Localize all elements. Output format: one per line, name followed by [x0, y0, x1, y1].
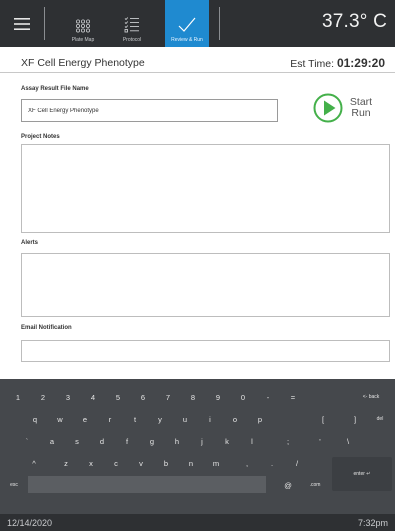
key[interactable]: r [100, 410, 120, 428]
est-time-label: Est Time: [290, 58, 335, 70]
key[interactable]: ; [278, 432, 298, 450]
key[interactable]: 1 [8, 388, 28, 406]
key[interactable]: 2 [33, 388, 53, 406]
email-notification-input[interactable] [21, 340, 390, 362]
key[interactable]: j [192, 432, 212, 450]
key[interactable]: 8 [183, 388, 203, 406]
key[interactable]: ` [18, 432, 36, 450]
key[interactable]: u [175, 410, 195, 428]
project-notes-label: Project Notes [21, 134, 60, 140]
alerts-textarea[interactable] [21, 253, 390, 317]
key[interactable]: v [131, 454, 151, 472]
tab-label: Plate Map [71, 37, 95, 43]
escape-key[interactable]: esc [4, 476, 24, 494]
key[interactable]: 9 [208, 388, 228, 406]
key[interactable]: o [225, 410, 245, 428]
est-time-value: 01:29:20 [336, 56, 385, 70]
hamburger-menu-icon [13, 17, 30, 30]
assay-title: XF Cell Energy Phenotype [21, 57, 145, 69]
key[interactable]: n [181, 454, 201, 472]
key[interactable]: i [200, 410, 220, 428]
at-key[interactable]: @ [278, 476, 298, 494]
key[interactable]: . [262, 454, 282, 472]
key[interactable]: w [50, 410, 70, 428]
play-icon [313, 93, 343, 123]
file-name-label: Assay Result File Name [21, 86, 89, 92]
tab-plate-map[interactable]: Plate Map [63, 0, 103, 47]
key[interactable]: x [81, 454, 101, 472]
delete-key[interactable]: del [368, 410, 392, 428]
space-bar[interactable] [28, 476, 266, 493]
key[interactable]: b [156, 454, 176, 472]
key[interactable]: 7 [158, 388, 178, 406]
key[interactable]: h [167, 432, 187, 450]
tab-label: Review & Run [171, 37, 203, 43]
dotcom-key[interactable]: .com [303, 476, 327, 494]
key[interactable]: 0 [233, 388, 253, 406]
key[interactable]: g [142, 432, 162, 450]
tab-label: Protocol [122, 37, 142, 43]
key[interactable]: 5 [108, 388, 128, 406]
tab-protocol[interactable]: Protocol [111, 0, 153, 47]
start-run-label: Start Run [349, 96, 373, 119]
temperature-readout: 37.3° C [322, 11, 387, 32]
topbar-separator [219, 7, 220, 40]
key[interactable]: , [237, 454, 257, 472]
plate-map-icon [75, 19, 90, 33]
menu-button[interactable] [0, 0, 43, 47]
status-time: 7:32pm [357, 518, 388, 528]
topbar-separator [44, 7, 45, 40]
key[interactable]: p [250, 410, 270, 428]
key[interactable]: / [287, 454, 307, 472]
backspace-key[interactable]: <- back [351, 388, 391, 406]
key[interactable]: 4 [83, 388, 103, 406]
key[interactable]: \ [338, 432, 358, 450]
key[interactable]: 6 [133, 388, 153, 406]
status-date: 12/14/2020 [7, 518, 53, 528]
key[interactable]: m [206, 454, 226, 472]
key[interactable]: = [283, 388, 303, 406]
key[interactable]: t [125, 410, 145, 428]
key[interactable]: d [92, 432, 112, 450]
shift-key[interactable]: ^ [24, 454, 44, 472]
estimated-time: Est Time: 01:29:20 [290, 56, 385, 70]
key[interactable]: k [217, 432, 237, 450]
on-screen-keyboard: 1 2 3 4 5 6 7 8 9 0 - = <- back q w e r … [0, 379, 395, 514]
key[interactable]: e [75, 410, 95, 428]
key[interactable]: s [67, 432, 87, 450]
top-bar: Plate Map Protocol Review & Run 37.3° C [0, 0, 395, 47]
status-bar: 12/14/2020 7:32pm [0, 514, 395, 531]
tab-review-run[interactable]: Review & Run [165, 0, 209, 47]
email-notification-label: Email Notification [21, 325, 72, 331]
key[interactable]: - [258, 388, 278, 406]
key[interactable]: c [106, 454, 126, 472]
key[interactable]: ] [345, 410, 365, 428]
project-notes-textarea[interactable] [21, 144, 390, 233]
key[interactable]: [ [313, 410, 333, 428]
key[interactable]: 3 [58, 388, 78, 406]
start-run-button[interactable]: Start Run [313, 90, 393, 126]
key[interactable]: z [56, 454, 76, 472]
checkmark-icon [178, 17, 196, 32]
key[interactable]: a [42, 432, 62, 450]
file-name-input[interactable] [21, 99, 278, 122]
alerts-label: Alerts [21, 240, 39, 246]
key[interactable]: l [242, 432, 262, 450]
key[interactable]: ' [310, 432, 330, 450]
divider [0, 72, 395, 73]
key[interactable]: f [117, 432, 137, 450]
key[interactable]: q [25, 410, 45, 428]
key[interactable]: y [150, 410, 170, 428]
protocol-icon [124, 17, 139, 33]
enter-key[interactable]: enter ↵ [332, 457, 392, 491]
